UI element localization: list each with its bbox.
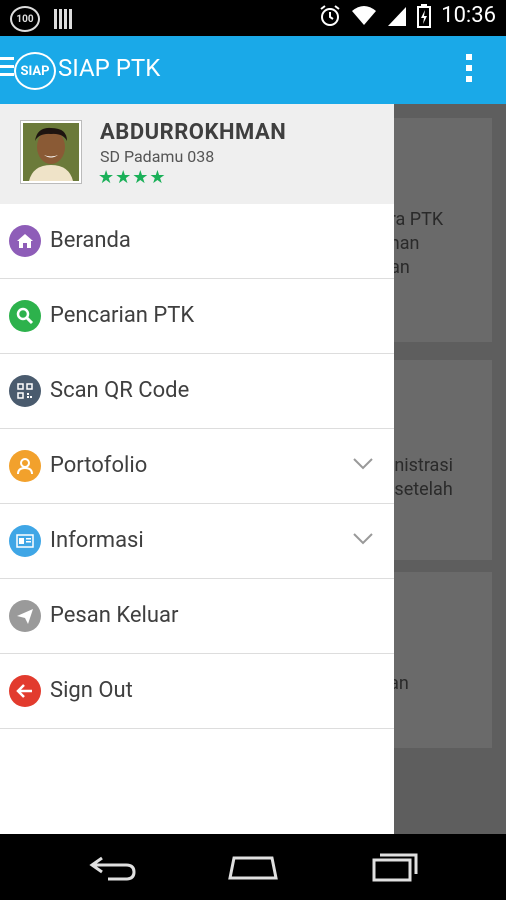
profile-name: ABDURROKHMAN (100, 120, 287, 145)
menu-item-pencarian-ptk[interactable]: Pencarian PTK (0, 279, 394, 354)
overflow-menu-icon[interactable] (466, 54, 472, 87)
menu-item-informasi[interactable]: Informasi (0, 504, 394, 579)
menu-item-label: Beranda (50, 228, 131, 253)
app-bar: SIAP SIAP PTK (0, 36, 506, 104)
app-title: SIAP PTK (58, 54, 161, 82)
barcode-icon (54, 9, 72, 29)
drawer-menu: Beranda Pencarian PTK Scan QR Code Porto… (0, 204, 394, 729)
menu-item-label: Pencarian PTK (50, 303, 195, 328)
home-nav-icon[interactable] (226, 852, 280, 882)
search-icon (9, 300, 41, 332)
home-icon (9, 225, 41, 257)
menu-item-portofolio[interactable]: Portofolio (0, 429, 394, 504)
status-bar: 100 10:36 (0, 0, 506, 36)
qr-code-icon (9, 375, 41, 407)
menu-item-label: Sign Out (50, 678, 133, 703)
profile-school: SD Padamu 038 (100, 147, 215, 166)
info-card-icon (9, 525, 41, 557)
menu-item-pesan-keluar[interactable]: Pesan Keluar (0, 579, 394, 654)
sign-out-icon (9, 675, 41, 707)
avatar (20, 120, 82, 184)
chevron-down-icon[interactable] (352, 457, 374, 471)
profile-header[interactable]: ABDURROKHMAN SD Padamu 038 ★★★★ (0, 104, 394, 204)
person-icon (9, 450, 41, 482)
battery-icon (417, 3, 432, 28)
app-logo: SIAP (14, 52, 56, 90)
menu-item-label: Portofolio (50, 453, 148, 478)
menu-item-label: Informasi (50, 528, 144, 553)
menu-item-scan-qr-code[interactable]: Scan QR Code (0, 354, 394, 429)
menu-item-label: Scan QR Code (50, 378, 190, 403)
chevron-down-icon[interactable] (352, 532, 374, 546)
alarm-icon (320, 4, 340, 26)
clock: 10:36 (441, 3, 496, 28)
recents-icon[interactable] (370, 852, 420, 882)
back-icon[interactable] (88, 852, 138, 882)
rating-stars: ★★★★ (98, 167, 167, 188)
notification-badge-icon: 100 (10, 6, 40, 32)
wifi-icon (352, 5, 377, 25)
system-nav-bar (0, 834, 506, 900)
signal-icon (388, 6, 407, 26)
menu-item-label: Pesan Keluar (50, 603, 179, 628)
menu-item-beranda[interactable]: Beranda (0, 204, 394, 279)
send-icon (9, 600, 41, 632)
navigation-drawer: ABDURROKHMAN SD Padamu 038 ★★★★ Beranda … (0, 104, 394, 834)
menu-item-sign-out[interactable]: Sign Out (0, 654, 394, 729)
